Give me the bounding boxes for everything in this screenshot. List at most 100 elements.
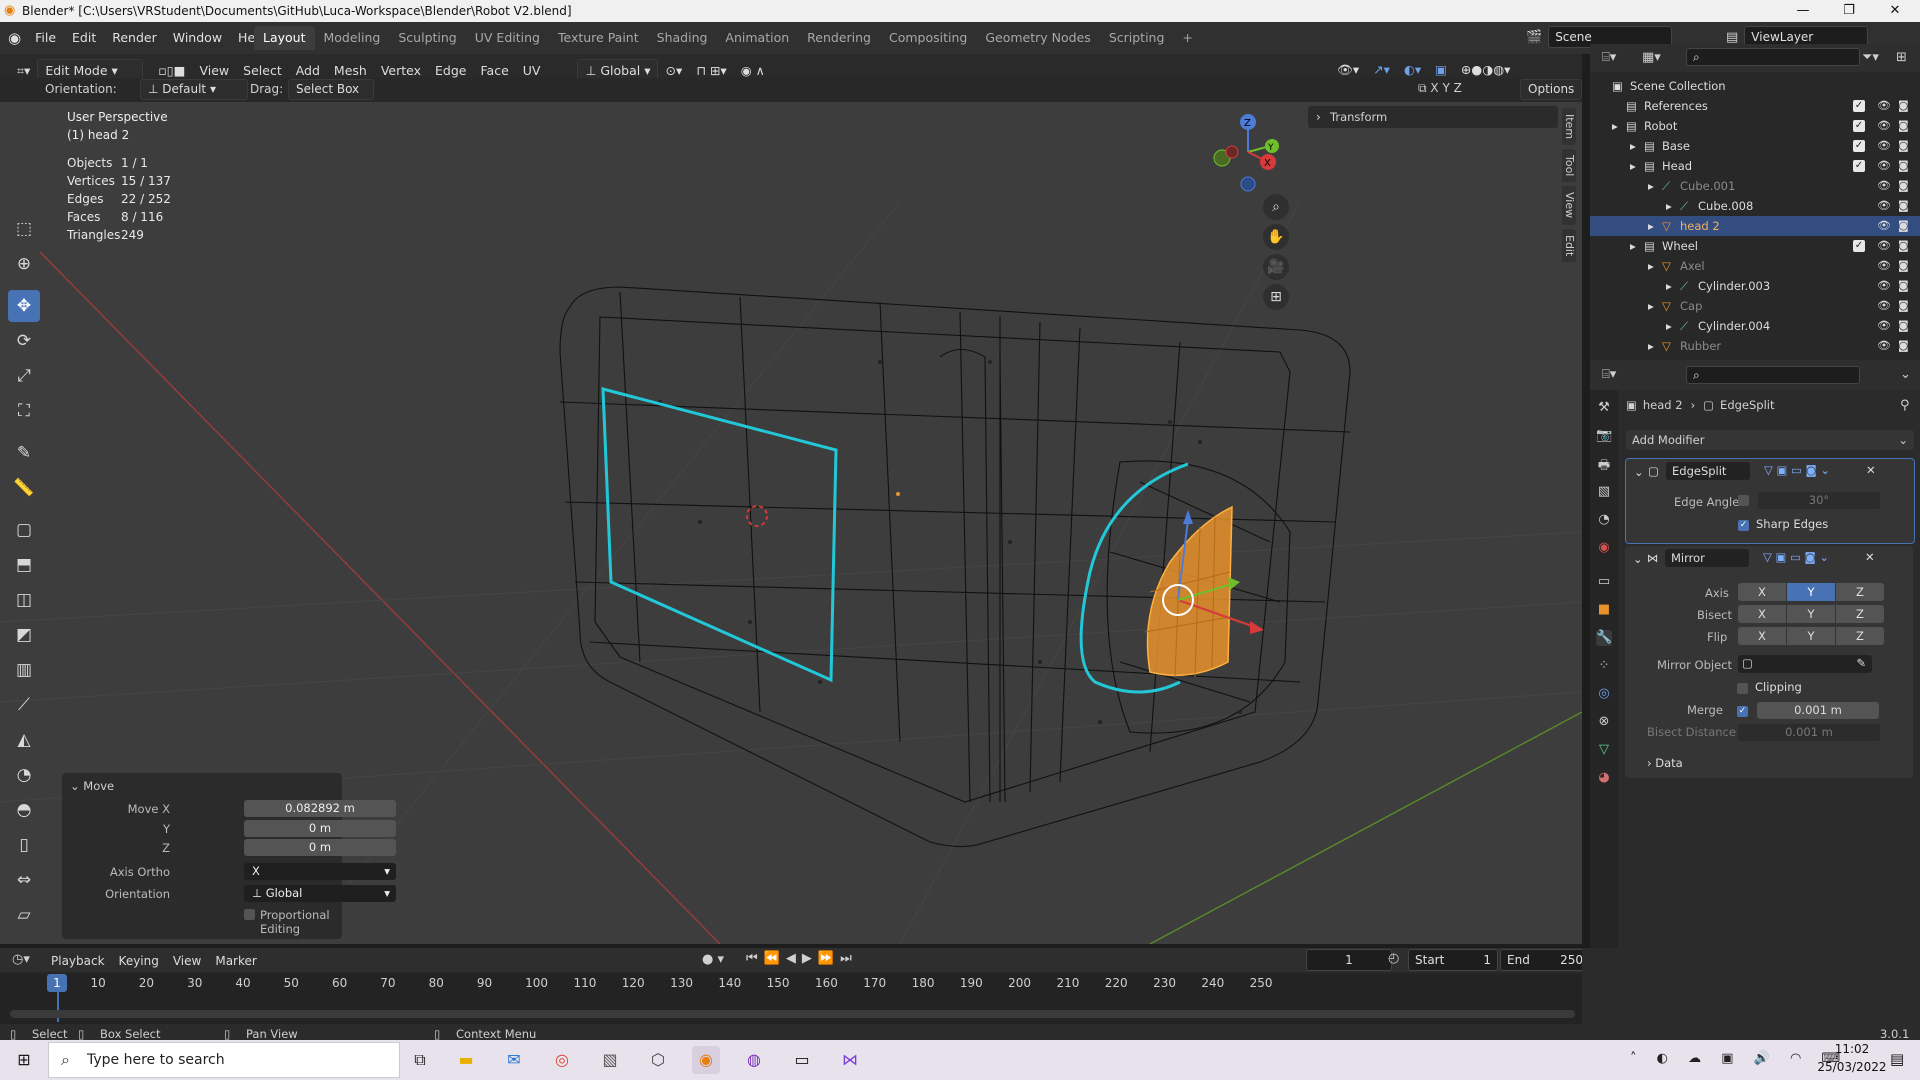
render-camera-icon[interactable]: ◙: [1898, 239, 1909, 252]
visibility-eye-icon[interactable]: 👁: [1877, 99, 1891, 112]
workspace-tab--[interactable]: +: [1173, 26, 1201, 50]
outliner-row[interactable]: ▸ ⟋ Cylinder.003 👁 ◙: [1590, 276, 1920, 296]
menu-window[interactable]: Window: [165, 26, 230, 50]
expand-arrow-icon[interactable]: ▸: [1666, 199, 1672, 213]
expand-arrow-icon[interactable]: ▸: [1648, 299, 1654, 313]
workspace-tab-animation[interactable]: Animation: [716, 26, 798, 50]
visibility-eye-icon[interactable]: 👁: [1877, 219, 1891, 232]
data-subpanel-header[interactable]: › Data: [1647, 756, 1683, 770]
scene-tab-icon[interactable]: ◔: [1596, 512, 1612, 528]
outliner-row[interactable]: ▸ ⟋ Cube.001 👁 ◙: [1590, 176, 1920, 196]
render-camera-icon[interactable]: ◙: [1898, 159, 1909, 172]
exclude-checkbox[interactable]: ✓: [1853, 160, 1865, 172]
chevron-down-icon[interactable]: ⌄: [1634, 465, 1644, 479]
menu-file[interactable]: File: [27, 26, 64, 50]
mail-icon[interactable]: ✉: [500, 1046, 528, 1074]
visibility-eye-icon[interactable]: 👁: [1877, 139, 1891, 152]
axis-y-toggle[interactable]: Y: [1787, 583, 1835, 601]
shrink-fatten-icon[interactable]: ⇔: [8, 864, 40, 896]
visibility-eye-icon[interactable]: 👁: [1877, 339, 1891, 352]
smooth-icon[interactable]: ◓: [8, 794, 40, 826]
outliner-row[interactable]: ▸ ▽ Axel 👁 ◙: [1590, 256, 1920, 276]
loop-cut-icon[interactable]: ▥: [8, 654, 40, 686]
visibility-eye-icon[interactable]: 👁: [1877, 239, 1891, 252]
mesh-data-tab-icon[interactable]: ▽: [1596, 742, 1612, 758]
add-cube-icon[interactable]: ▢: [8, 514, 40, 546]
minimize-button[interactable]: —: [1780, 0, 1826, 22]
rip-icon[interactable]: ◧: [8, 934, 40, 944]
start-frame-field[interactable]: Start 1: [1408, 949, 1498, 971]
outliner-editor-icon[interactable]: ⌸▾: [1602, 50, 1616, 65]
mirror-object-field[interactable]: ▢ ✎: [1738, 655, 1872, 673]
axis-x-toggle[interactable]: X: [1738, 583, 1786, 601]
3d-viewport[interactable]: ⬚⊕ ✥⟳⤢⛶ ✎📏 ▢⬒◫◩▥⟋◭◔◓▯⇔▱ ◧ User Perspective (…: [0, 102, 1582, 944]
filter-icon[interactable]: ⏷▾: [1862, 50, 1879, 65]
workspace-tab-uv-editing[interactable]: UV Editing: [466, 26, 549, 50]
exclude-checkbox[interactable]: ✓: [1853, 240, 1865, 252]
merge-field[interactable]: 0.001 m: [1757, 702, 1879, 719]
expand-arrow-icon[interactable]: ▸: [1666, 279, 1672, 293]
axis-z-toggle[interactable]: Z: [1836, 583, 1884, 601]
sharp-edges-checkbox[interactable]: ✓: [1738, 520, 1749, 531]
knife-icon[interactable]: ⟋: [8, 689, 40, 721]
visibility-eye-icon[interactable]: 👁: [1877, 159, 1891, 172]
outliner-row[interactable]: ▸ ⟋ Cylinder.004 👁 ◙: [1590, 316, 1920, 336]
scale-tool-icon[interactable]: ⤢: [8, 360, 40, 392]
expand-arrow-icon[interactable]: ▸: [1648, 219, 1654, 233]
menu-edit[interactable]: Edit: [64, 26, 104, 50]
playhead-marker[interactable]: 1: [47, 974, 67, 992]
render-camera-icon[interactable]: ◙: [1898, 259, 1909, 272]
expand-arrow-icon[interactable]: ▸: [1612, 119, 1618, 133]
flip-x-toggle[interactable]: X: [1738, 627, 1786, 645]
chevron-down-icon[interactable]: ⌄: [1900, 367, 1911, 382]
outliner-row[interactable]: ▤ References ✓ 👁 ◙: [1590, 96, 1920, 116]
transform-tool-icon[interactable]: ⛶: [8, 395, 40, 427]
move-y-field[interactable]: 0 m: [244, 820, 396, 837]
sidebar-tab-tool[interactable]: Tool: [1562, 149, 1576, 183]
render-camera-icon[interactable]: ◙: [1898, 199, 1909, 212]
playback-controls[interactable]: ⏮⏪◀▶⏩⏭: [746, 951, 858, 966]
camera-view-icon[interactable]: 🎥: [1263, 254, 1289, 280]
options-dropdown[interactable]: Options ▾: [1520, 79, 1583, 115]
navigation-gizmo[interactable]: Z Y X: [1200, 106, 1290, 196]
blender-taskbar-icon[interactable]: ◉: [692, 1046, 720, 1074]
cursor-tool-icon[interactable]: ⊕: [8, 248, 40, 280]
rotate-tool-icon[interactable]: ⟳: [8, 325, 40, 357]
flip-z-toggle[interactable]: Z: [1836, 627, 1884, 645]
outliner-search-input[interactable]: ⌕: [1686, 48, 1860, 66]
view-layer-tab-icon[interactable]: ▧: [1596, 484, 1612, 500]
sidebar-tab-edit[interactable]: Edit: [1562, 228, 1576, 262]
zoom-icon[interactable]: ⌕: [1263, 194, 1289, 220]
taskbar-search-box[interactable]: ⌕ Type here to search: [48, 1042, 400, 1078]
expand-arrow-icon[interactable]: ▸: [1630, 239, 1636, 253]
timeline-menu-playback[interactable]: Playback: [44, 950, 112, 972]
tool-tab-icon[interactable]: ⚒: [1596, 400, 1612, 416]
ortho-grid-icon[interactable]: ⊞: [1263, 284, 1289, 310]
extrude-icon[interactable]: ⬒: [8, 549, 40, 581]
notifications-icon[interactable]: ▤: [1890, 1050, 1904, 1068]
flip-y-toggle[interactable]: Y: [1787, 627, 1835, 645]
proportional-editing-checkbox[interactable]: [244, 909, 255, 920]
expand-arrow-icon[interactable]: ▸: [1630, 139, 1636, 153]
mirror-axes-icon[interactable]: ⧉ X Y Z: [1418, 81, 1462, 96]
properties-editor-icon[interactable]: ⌸▾: [1602, 367, 1616, 382]
workspace-tab-modeling[interactable]: Modeling: [315, 26, 390, 50]
shear-icon[interactable]: ▱: [8, 899, 40, 931]
edge-angle-field[interactable]: 30°: [1758, 492, 1880, 509]
measure-tool-icon[interactable]: 📏: [8, 472, 40, 504]
workspace-tab-layout[interactable]: Layout: [254, 26, 315, 50]
pan-hand-icon[interactable]: ✋: [1263, 224, 1289, 250]
render-camera-icon[interactable]: ◙: [1898, 279, 1909, 292]
record-icon[interactable]: ● ▾: [702, 952, 724, 967]
move-z-field[interactable]: 0 m: [244, 839, 396, 856]
render-camera-icon[interactable]: ◙: [1898, 339, 1909, 352]
workspace-tab-geometry-nodes[interactable]: Geometry Nodes: [976, 26, 1099, 50]
render-camera-icon[interactable]: ◙: [1898, 139, 1909, 152]
exclude-checkbox[interactable]: ✓: [1853, 120, 1865, 132]
unity-icon[interactable]: ⬡: [644, 1046, 672, 1074]
oculus-icon[interactable]: ▭: [788, 1046, 816, 1074]
expand-arrow-icon[interactable]: ▸: [1666, 319, 1672, 333]
edge-slide-icon[interactable]: ▯: [8, 829, 40, 861]
timeline[interactable]: ◷▾ Playback Keying View Marker ● ▾ ⏮⏪◀▶⏩⏭ 1…: [0, 948, 1590, 1026]
annotate-tool-icon[interactable]: ✎: [8, 437, 40, 469]
